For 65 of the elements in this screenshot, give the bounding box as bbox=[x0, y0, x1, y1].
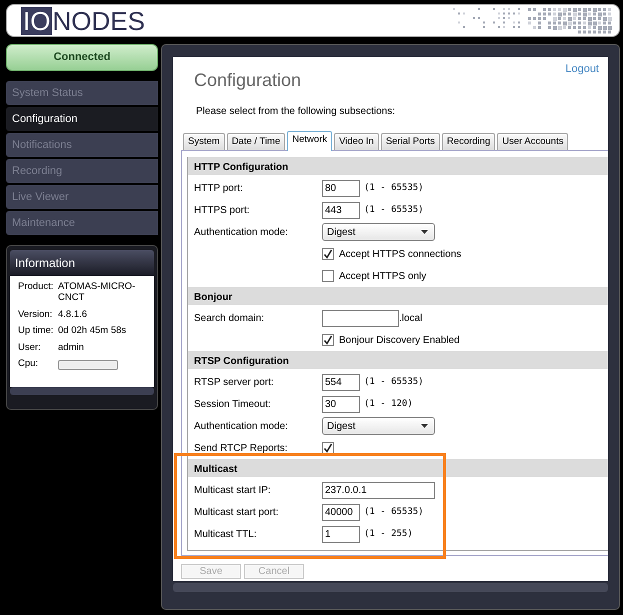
tab[interactable]: Recording bbox=[442, 133, 496, 150]
dropdown[interactable]: Digest bbox=[322, 223, 435, 242]
domain-suffix: .local bbox=[399, 312, 422, 326]
page-title: Configuration bbox=[194, 69, 302, 92]
info-label: Cpu: bbox=[18, 358, 40, 370]
tab[interactable]: Video In bbox=[334, 133, 379, 150]
logout-link[interactable]: Logout bbox=[565, 61, 599, 78]
caret-icon bbox=[421, 424, 428, 428]
input-field[interactable]: 40000 bbox=[322, 504, 360, 521]
info-label: Product: bbox=[18, 281, 54, 294]
field-label: Multicast start port: bbox=[194, 506, 280, 520]
tab[interactable]: System bbox=[183, 133, 225, 150]
info-value: 0d 02h 45m 58s bbox=[58, 325, 128, 337]
input-field[interactable]: 1 bbox=[322, 526, 360, 543]
tab[interactable]: Date / Time bbox=[226, 133, 286, 150]
field-label: Search domain: bbox=[194, 312, 266, 326]
field-label: RTSP server port: bbox=[194, 376, 275, 390]
connection-status-button[interactable]: Connected bbox=[6, 44, 158, 71]
section-header: RTSP Configuration bbox=[188, 351, 608, 370]
section-header: Bonjour bbox=[188, 287, 608, 306]
input-field[interactable]: 30 bbox=[322, 396, 360, 413]
checkbox-label: Accept HTTPS connections bbox=[339, 248, 462, 262]
field-label: HTTP port: bbox=[194, 182, 244, 196]
input-field[interactable]: 443 bbox=[322, 202, 360, 219]
logo-text: NODES bbox=[52, 8, 145, 34]
field-label: Authentication mode: bbox=[194, 226, 289, 240]
checkbox[interactable] bbox=[322, 334, 334, 346]
range-hint: (1 - 65535) bbox=[364, 182, 424, 195]
tab[interactable]: User Accounts bbox=[497, 133, 568, 150]
caret-icon bbox=[421, 230, 428, 234]
field-label: Session Timeout: bbox=[194, 398, 272, 412]
info-value: ATOMAS-MICRO-CNCT bbox=[58, 281, 136, 304]
section-header: Multicast bbox=[188, 459, 608, 478]
tab[interactable]: Serial Ports bbox=[380, 133, 440, 150]
field-label: Authentication mode: bbox=[194, 420, 289, 434]
checkbox-label: Accept HTTPS only bbox=[339, 270, 426, 284]
info-label: User: bbox=[18, 342, 42, 353]
checkbox-label: Bonjour Discovery Enabled bbox=[339, 334, 460, 348]
section-header: HTTP Configuration bbox=[188, 157, 608, 176]
dropdown[interactable]: Digest bbox=[322, 417, 435, 436]
panel-title: Information bbox=[10, 250, 154, 276]
info-label: Version: bbox=[18, 308, 54, 320]
range-hint: (1 - 65535) bbox=[364, 204, 424, 217]
range-hint: (1 - 255) bbox=[364, 528, 413, 541]
input-field[interactable]: 554 bbox=[322, 374, 360, 391]
range-hint: (1 - 65535) bbox=[364, 376, 424, 389]
info-value: admin bbox=[58, 342, 85, 353]
range-hint: (1 - 65535) bbox=[364, 506, 424, 519]
field-label: HTTPS port: bbox=[194, 204, 251, 218]
checkbox[interactable] bbox=[322, 270, 334, 282]
logo-mark: IO bbox=[21, 6, 52, 34]
input-field[interactable] bbox=[322, 310, 399, 327]
checkbox[interactable] bbox=[322, 442, 334, 454]
sidebar-item[interactable]: Configuration bbox=[6, 107, 158, 131]
info-label: Up time: bbox=[18, 325, 54, 337]
info-value: 4.8.1.6 bbox=[58, 308, 88, 320]
input-field[interactable]: 80 bbox=[322, 180, 360, 197]
checkbox[interactable] bbox=[322, 248, 334, 260]
tab[interactable]: Network bbox=[287, 131, 332, 152]
intro-text: Please select from the following subsections: bbox=[196, 105, 396, 119]
field-label: Send RTCP Reports: bbox=[194, 442, 289, 456]
field-label: Multicast TTL: bbox=[194, 528, 258, 542]
range-hint: (1 - 120) bbox=[364, 398, 413, 411]
field-label: Multicast start IP: bbox=[194, 484, 272, 498]
input-field[interactable]: 237.0.0.1 bbox=[322, 482, 435, 499]
